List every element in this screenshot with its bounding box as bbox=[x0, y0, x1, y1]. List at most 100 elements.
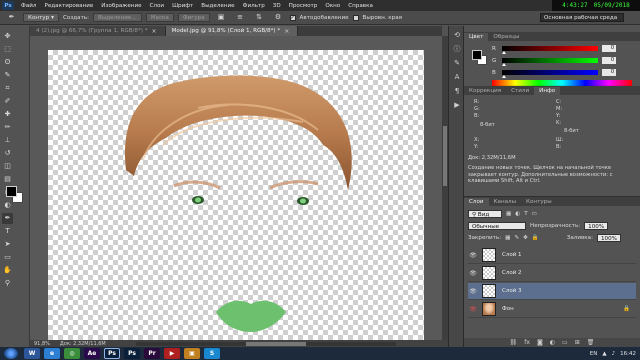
pen-mode-select[interactable]: Контур ▾ bbox=[23, 13, 59, 22]
tab-layers[interactable]: Слои bbox=[464, 198, 489, 206]
fill-input[interactable]: 100% bbox=[596, 233, 621, 242]
lasso-tool-icon[interactable]: ʘ bbox=[2, 57, 13, 68]
menu-select[interactable]: Выделение bbox=[197, 3, 238, 9]
new-layer-icon[interactable]: ⊞ bbox=[575, 339, 580, 346]
horizontal-scrollbar[interactable] bbox=[135, 341, 396, 346]
crop-tool-icon[interactable]: ⌗ bbox=[2, 83, 13, 94]
path-operations-icon[interactable]: ▣ bbox=[216, 12, 227, 23]
eraser-tool-icon[interactable]: ◫ bbox=[2, 161, 13, 172]
layer-name[interactable]: Фон bbox=[502, 306, 514, 312]
filter-shape-icon[interactable]: ▭ bbox=[532, 211, 537, 217]
menu-window[interactable]: Окно bbox=[321, 3, 344, 9]
taskbar-app-7[interactable]: ▶ bbox=[164, 348, 180, 359]
tab-styles[interactable]: Стили bbox=[506, 87, 534, 95]
workspace-select[interactable]: Основная рабочая среда bbox=[540, 13, 624, 22]
actions-panel-icon[interactable]: ▶ bbox=[452, 100, 462, 110]
tab-document-2[interactable]: Model.jpg @ 91,8% (Слой 1, RGB/8*) * × bbox=[165, 26, 299, 36]
slider-green-track[interactable] bbox=[502, 58, 598, 66]
menu-type[interactable]: Шрифт bbox=[168, 3, 197, 9]
taskbar-app-4[interactable]: Ps bbox=[104, 348, 120, 359]
path-arrangement-icon[interactable]: ⇅ bbox=[254, 12, 265, 23]
language-indicator[interactable]: EN bbox=[590, 351, 598, 357]
trash-icon[interactable]: 🗑 bbox=[587, 339, 595, 346]
menu-help[interactable]: Справка bbox=[344, 3, 377, 9]
tab-info[interactable]: Инфо bbox=[534, 87, 561, 95]
tab-adjustments[interactable]: Коррекция bbox=[464, 87, 506, 95]
start-button[interactable] bbox=[4, 348, 18, 359]
taskbar-app-2[interactable]: ◎ bbox=[64, 348, 80, 359]
menu-edit[interactable]: Редактирование bbox=[40, 3, 97, 9]
volume-icon[interactable]: ♪ bbox=[612, 351, 616, 357]
menu-layers[interactable]: Слои bbox=[146, 3, 169, 9]
eyedropper-tool-icon[interactable]: ✐ bbox=[2, 96, 13, 107]
layer-style-icon[interactable]: fx bbox=[524, 339, 530, 346]
paragraph-panel-icon[interactable]: ¶ bbox=[452, 86, 462, 96]
pen-tool-preset-icon[interactable]: ✒ bbox=[6, 12, 17, 23]
filter-type-icon[interactable]: T bbox=[524, 211, 527, 217]
taskbar-app-3[interactable]: Ae bbox=[84, 348, 100, 359]
panel-foreground-swatch[interactable] bbox=[472, 50, 482, 60]
move-tool-icon[interactable]: ✥ bbox=[2, 31, 13, 42]
scroll-thumb[interactable] bbox=[245, 341, 306, 346]
lock-all-icon[interactable]: 🔒 bbox=[532, 235, 539, 241]
slider-red-track[interactable] bbox=[502, 46, 598, 54]
slider-red-value[interactable]: 0 bbox=[602, 45, 616, 52]
menu-image[interactable]: Изображение bbox=[97, 3, 145, 9]
tab-swatches[interactable]: Образцы bbox=[488, 33, 524, 41]
visibility-eye-icon[interactable]: 👁 bbox=[468, 306, 478, 313]
layer-row-2[interactable]: 👁 Слой 2 bbox=[468, 265, 636, 282]
zoom-tool-icon[interactable]: ⚲ bbox=[2, 278, 13, 289]
blend-mode-select[interactable]: Обычные bbox=[468, 221, 526, 230]
link-layers-icon[interactable]: ⛓ bbox=[510, 339, 518, 346]
lock-transparency-icon[interactable]: ▦ bbox=[505, 235, 510, 241]
history-panel-icon[interactable]: ⟲ bbox=[452, 30, 462, 40]
layer-row-1[interactable]: 👁 Слой 1 bbox=[468, 247, 636, 264]
visibility-eye-icon[interactable]: 👁 bbox=[468, 270, 478, 277]
tab-channels[interactable]: Каналы bbox=[489, 198, 521, 206]
slider-green[interactable]: G 0 bbox=[492, 56, 638, 66]
lock-pixels-icon[interactable]: ✎ bbox=[514, 235, 519, 241]
taskbar-app-8[interactable]: ▣ bbox=[184, 348, 200, 359]
marquee-tool-icon[interactable]: ⬚ bbox=[2, 44, 13, 55]
clone-stamp-tool-icon[interactable]: ⊥ bbox=[2, 135, 13, 146]
menu-file[interactable]: Файл bbox=[17, 3, 40, 9]
layer-name[interactable]: Слой 1 bbox=[502, 252, 522, 258]
properties-panel-icon[interactable]: ⓘ bbox=[452, 44, 462, 54]
make-mask-button[interactable]: Маска bbox=[145, 13, 174, 22]
hand-tool-icon[interactable]: ✋ bbox=[2, 265, 13, 276]
foreground-color-swatch[interactable] bbox=[6, 186, 17, 197]
network-icon[interactable]: ▲ bbox=[602, 351, 606, 357]
opacity-input[interactable]: 100% bbox=[584, 221, 609, 230]
menu-3d[interactable]: 3D bbox=[269, 3, 285, 9]
scroll-thumb[interactable] bbox=[443, 126, 447, 186]
path-selection-tool-icon[interactable]: ➤ bbox=[2, 239, 13, 250]
visibility-eye-icon[interactable]: 👁 bbox=[468, 252, 478, 259]
tab-paths[interactable]: Контуры bbox=[521, 198, 557, 206]
menu-filter[interactable]: Фильтр bbox=[239, 3, 269, 9]
slider-marker[interactable] bbox=[502, 51, 506, 54]
close-icon[interactable]: × bbox=[284, 28, 289, 35]
brush-panel-icon[interactable]: ✎ bbox=[452, 58, 462, 68]
slider-marker[interactable] bbox=[502, 75, 506, 78]
slider-green-value[interactable]: 0 bbox=[602, 57, 616, 64]
layer-name[interactable]: Слой 3 bbox=[502, 288, 522, 294]
make-shape-button[interactable]: Фигура bbox=[177, 13, 210, 22]
lock-position-icon[interactable]: ✥ bbox=[523, 235, 528, 241]
path-alignment-icon[interactable]: ≡ bbox=[235, 12, 246, 23]
new-group-icon[interactable]: ▭ bbox=[562, 339, 568, 346]
gear-icon[interactable]: ⚙ bbox=[273, 12, 284, 23]
brush-tool-icon[interactable]: ✏ bbox=[2, 122, 13, 133]
layer-row-3[interactable]: 👁 Слой 3 bbox=[468, 283, 636, 300]
taskbar-app-9[interactable]: S bbox=[204, 348, 220, 359]
pen-tool-icon[interactable]: ✒ bbox=[2, 213, 13, 224]
filter-pixel-icon[interactable]: ▦ bbox=[506, 211, 511, 217]
canvas-area[interactable] bbox=[30, 36, 442, 340]
taskbar-app-6[interactable]: Pr bbox=[144, 348, 160, 359]
layer-name[interactable]: Слой 2 bbox=[502, 270, 522, 276]
slider-blue-track[interactable] bbox=[502, 70, 598, 78]
document-canvas[interactable] bbox=[48, 50, 424, 340]
filter-adjust-icon[interactable]: ◐ bbox=[515, 211, 520, 217]
adjustment-layer-icon[interactable]: ◐ bbox=[550, 339, 555, 346]
slider-blue-value[interactable]: 0 bbox=[602, 69, 616, 76]
add-mask-icon[interactable]: ◙ bbox=[537, 339, 543, 346]
